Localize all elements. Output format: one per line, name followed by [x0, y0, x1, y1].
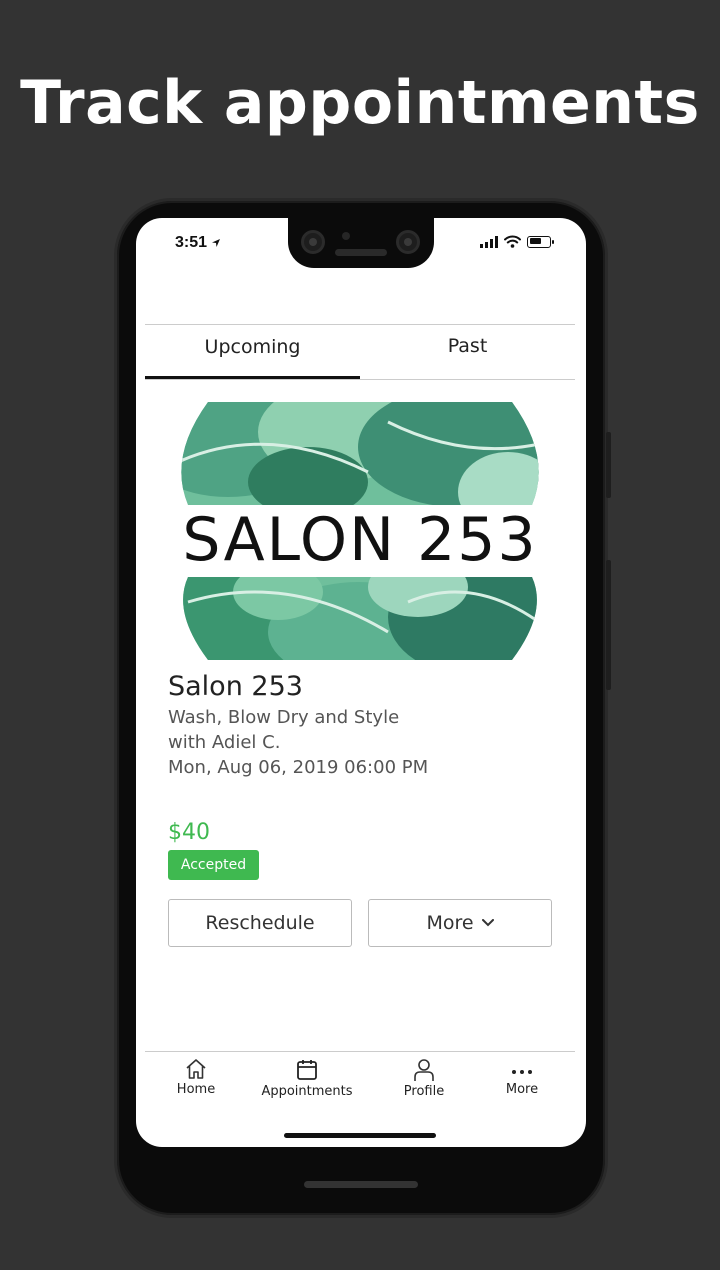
status-time: 3:51 — [175, 234, 221, 252]
phone-side-button — [606, 432, 611, 498]
chevron-down-icon — [481, 919, 494, 927]
status-time-text: 3:51 — [175, 234, 208, 251]
home-indicator[interactable] — [284, 1133, 436, 1138]
nav-item-home[interactable]: Home — [141, 1058, 251, 1097]
nav-item-more[interactable]: More — [467, 1058, 577, 1097]
divider — [145, 1051, 575, 1052]
more-button[interactable]: More — [368, 899, 552, 947]
divider — [145, 379, 575, 380]
tab-upcoming[interactable]: Upcoming — [145, 336, 360, 358]
nav-label-profile: Profile — [403, 1084, 445, 1099]
nav-label-more: More — [505, 1082, 539, 1097]
front-camera — [396, 230, 420, 254]
salon-name: Salon 253 — [168, 671, 303, 702]
person-icon — [414, 1059, 434, 1081]
proximity-sensor — [342, 232, 350, 240]
stylist-name: with Adiel C. — [168, 732, 281, 753]
phone-side-button — [606, 560, 611, 690]
reschedule-button[interactable]: Reschedule — [168, 899, 352, 947]
nav-item-profile[interactable]: Profile — [369, 1058, 479, 1099]
location-arrow-icon — [212, 238, 221, 247]
appointment-datetime: Mon, Aug 06, 2019 06:00 PM — [168, 757, 429, 778]
service-name: Wash, Blow Dry and Style — [168, 707, 400, 728]
ellipsis-icon — [512, 1070, 532, 1074]
appointment-price: $40 — [168, 820, 210, 845]
phone-chin-speaker — [304, 1181, 418, 1188]
salon-logo-text: SALON 253 — [182, 505, 538, 575]
wifi-icon — [504, 235, 521, 248]
nav-item-appointments[interactable]: Appointments — [252, 1058, 362, 1099]
home-icon — [186, 1059, 206, 1079]
signal-icon — [480, 235, 498, 248]
front-camera — [301, 230, 325, 254]
reschedule-button-label: Reschedule — [205, 912, 315, 934]
headline: Track appointments — [20, 68, 700, 138]
tab-past[interactable]: Past — [360, 335, 575, 357]
more-button-label: More — [426, 912, 474, 934]
nav-label-home: Home — [176, 1082, 216, 1097]
calendar-icon — [297, 1060, 317, 1080]
nav-label-appointments: Appointments — [261, 1084, 353, 1099]
divider — [145, 324, 575, 325]
status-badge: Accepted — [168, 850, 259, 880]
tab-active-indicator — [145, 376, 360, 379]
battery-icon — [527, 235, 554, 248]
earpiece-speaker — [335, 249, 387, 256]
status-indicators — [480, 235, 554, 248]
